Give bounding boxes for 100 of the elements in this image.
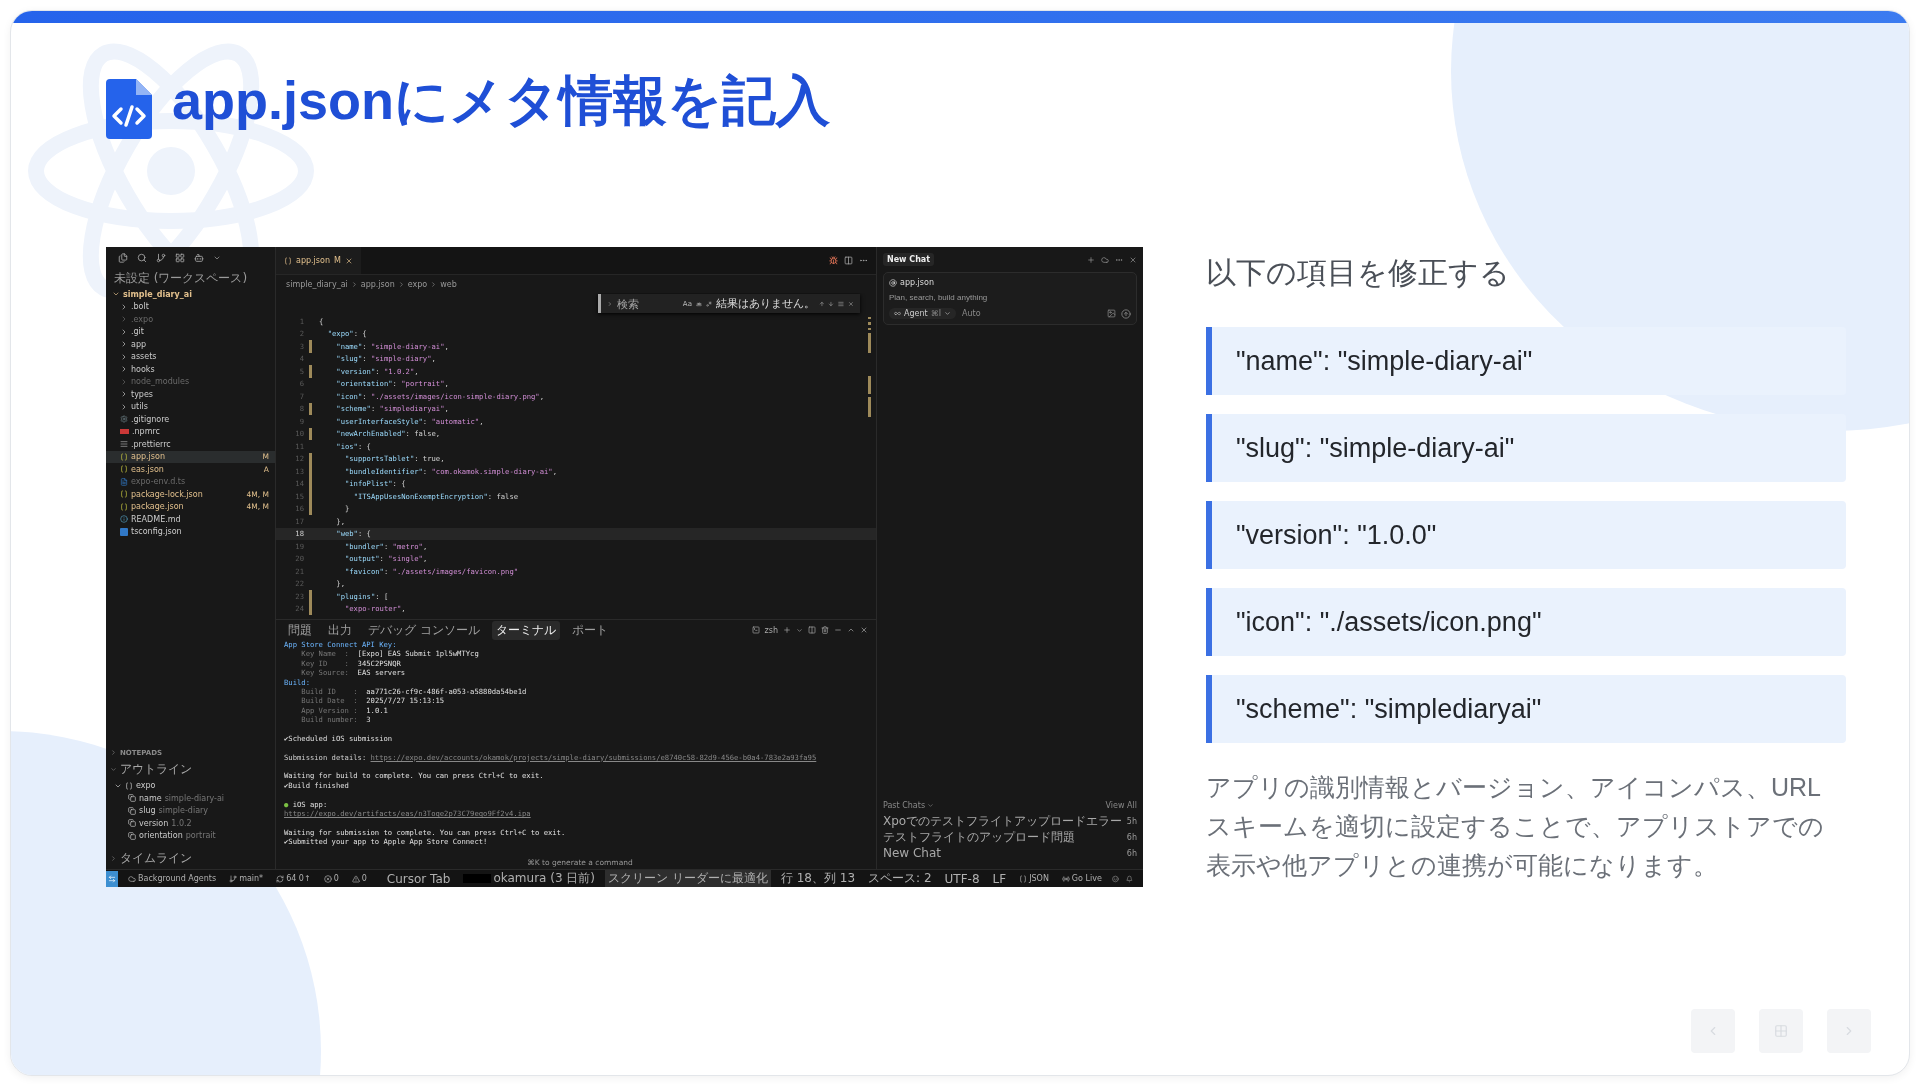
chat-age: 6h [1126,832,1137,842]
file-tree-item[interactable]: .gitignore [106,413,275,426]
folder-tree-item[interactable]: assets [106,350,275,363]
folder-tree-item[interactable]: .git [106,325,275,338]
editor-tab[interactable]: app.json M [276,247,361,274]
status-bar-item[interactable]: 行 18、列 13 [777,870,859,887]
chevron-down-icon [213,254,221,262]
chat-tab[interactable]: New Chat [883,253,935,266]
file-tree-item[interactable]: .npmrc [106,425,275,438]
status-bar-item[interactable]: LF [989,871,1010,886]
panel-tab[interactable]: ポート [567,620,612,640]
past-chats-header[interactable]: Past Chats [883,801,935,810]
chevron-right-icon [607,299,613,308]
status-bar-item[interactable]: 0 [320,874,342,883]
find-field[interactable]: 検索 [616,296,679,311]
chevron-up-icon [847,626,855,634]
braces-icon [120,465,128,474]
lines-icon [838,299,845,308]
outline-item[interactable]: version 1.0.2 [106,817,275,830]
status-bar-item[interactable]: スクリーン リーダーに最適化 [605,870,771,887]
whole-word-icon [695,299,702,308]
chevron-right-icon [110,749,117,756]
chat-input[interactable]: Plan, search, build anything [889,293,1131,302]
chevron-right-icon [350,280,358,288]
status-bar-item[interactable]: okamura (3 日前) [460,870,599,887]
status-bar-item[interactable]: Go Live [1058,874,1105,883]
minus-icon [834,626,842,634]
status-bar-item[interactable]: Background Agents [125,874,220,883]
status-bar-item[interactable]: 0 [348,874,370,883]
code-file-icon [106,79,152,139]
folder-tree-item[interactable]: app [106,338,275,351]
at-icon [889,278,897,287]
folder-tree-item[interactable]: .bolt [106,300,275,313]
status-bar-item[interactable]: UTF-8 [941,871,983,886]
chevron-down-icon [796,626,803,634]
folder-tree-item[interactable]: hooks [106,363,275,376]
context-chip[interactable]: app.json [900,278,934,287]
past-chat-item[interactable]: New Chat [883,846,942,860]
cloud-icon [128,874,136,883]
past-chat-item[interactable]: Xpoでのテストフライトアップロードエラー [883,812,1123,830]
outline-item[interactable]: slug simple-diary [106,804,275,817]
breadcrumb-item[interactable]: web [440,279,457,289]
property-icon [128,806,136,815]
panel-tab[interactable]: ターミナル [491,620,560,640]
setting-item: "name": "simple-diary-ai" [1206,327,1846,395]
chevron-right-icon [397,280,405,288]
file-tree-item[interactable]: .prettierrc [106,438,275,451]
status-bar-item[interactable]: スペース: 2 [865,870,935,887]
past-chat-item[interactable]: テストフライトのアップロード問題 [883,828,1075,846]
feedback-icon [1111,874,1119,883]
robot-icon [194,253,204,263]
outline-section[interactable]: アウトライン [106,758,275,780]
outline-item[interactable]: name simple-diary-ai [106,792,275,805]
remote-button[interactable] [106,870,118,887]
arrow-up-icon [818,299,825,308]
folder-tree-item[interactable]: utils [106,400,275,413]
outline-item[interactable]: expo [106,779,275,792]
folder-tree-item[interactable]: simple_diary_ai [106,288,275,301]
panel-tab[interactable]: 問題 [284,620,316,640]
braces-icon [120,502,128,511]
source-control-icon [156,253,166,263]
status-bar-item[interactable]: main* [226,874,267,883]
file-tree-item[interactable]: tsconfig.json [106,525,275,538]
remote-icon [108,874,116,883]
breadcrumb-item[interactable]: simple_diary_ai [286,279,348,289]
shell-name[interactable]: zsh [764,625,778,635]
broadcast-icon [1061,874,1070,883]
workspace-header: 未設定 (ワークスペース) [113,270,249,287]
regex-icon [705,299,712,308]
timeline-section[interactable]: タイムライン [106,848,275,869]
status-bar-item[interactable]: Cursor Tab [383,871,454,886]
branch-icon [229,874,238,883]
plus-icon [1087,255,1095,264]
status-bar-item[interactable]: JSON [1016,874,1052,883]
more-icon [859,256,868,265]
cloud-icon [1101,255,1109,264]
breadcrumb-item[interactable]: app.json [360,279,395,289]
previous-button[interactable] [1691,1009,1735,1053]
agent-mode-button[interactable]: Agent ⌘I [889,308,957,319]
panel-tab[interactable]: 出力 [324,620,356,640]
setting-item: "slug": "simple-diary-ai" [1206,414,1846,482]
outline-item[interactable]: orientation portrait [106,829,275,842]
close-icon [344,256,353,265]
panel-tab[interactable]: デバッグ コンソール [364,620,484,640]
folder-tree-item[interactable]: types [106,388,275,401]
info-icon [120,515,128,524]
gear-icon [120,415,128,424]
view-all-link[interactable]: View All [1105,801,1137,810]
section-heading: 以下の項目を修正する [1206,255,1511,291]
warning-icon [351,874,360,883]
braces-icon [120,452,128,461]
setting-item: "version": "1.0.0" [1206,501,1846,569]
breadcrumb-item[interactable]: expo [407,279,428,289]
overview-button[interactable] [1759,1009,1803,1053]
file-tree-item[interactable]: README.md [106,513,275,526]
setting-item: "scheme": "simplediaryai" [1206,675,1846,743]
status-bar-item[interactable]: 64 0↑ [273,874,314,883]
chat-age: 6h [1126,848,1137,858]
next-button[interactable] [1827,1009,1871,1053]
model-selector[interactable]: Auto [962,309,981,318]
